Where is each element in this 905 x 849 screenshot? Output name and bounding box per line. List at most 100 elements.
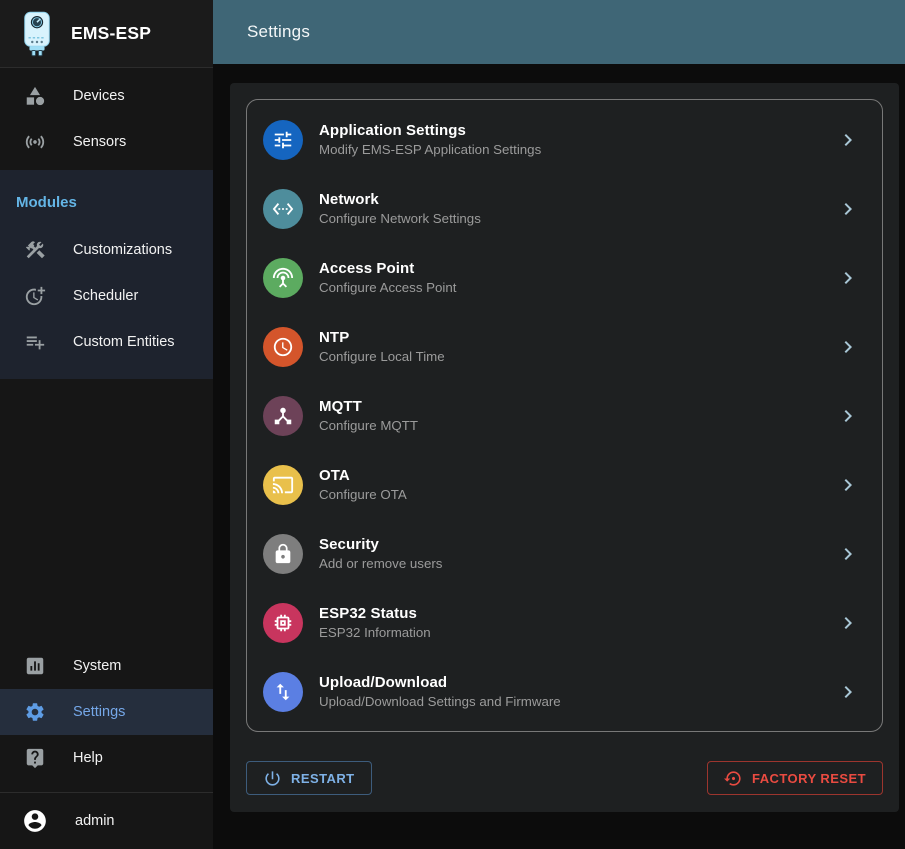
item-avatar [263,534,303,574]
item-avatar [263,327,303,367]
sidebar-item-customizations[interactable]: Customizations [0,227,213,273]
sidebar-nav-modules: Customizations Scheduler Custom Entities [0,227,213,365]
page-title: Settings [247,22,310,42]
item-text: ESP32 Status ESP32 Information [319,605,431,640]
chevron-right-icon [836,611,860,635]
analytics-icon [24,655,46,677]
cast-icon [272,474,294,496]
restart-label: RESTART [291,771,355,786]
settings-item-application-settings[interactable]: Application Settings Modify EMS-ESP Appl… [247,105,882,174]
account-circle-icon [22,808,48,834]
sidebar: EMS-ESP Devices Sensors Modules Customiz… [0,0,213,849]
restart-button[interactable]: RESTART [246,761,372,795]
sidebar-spacer [0,379,213,638]
sidebar-item-devices[interactable]: Devices [0,73,213,119]
sidebar-item-label: Customizations [73,242,172,258]
construction-icon [24,239,46,261]
item-avatar [263,603,303,643]
brand-title: EMS-ESP [71,23,151,44]
item-subtitle: Configure MQTT [319,418,418,433]
item-text: Application Settings Modify EMS-ESP Appl… [319,122,541,157]
gear-icon [24,701,46,723]
item-title: MQTT [319,398,418,415]
sidebar-item-label: Help [73,750,103,766]
item-avatar [263,396,303,436]
clock-icon [272,336,294,358]
item-title: ESP32 Status [319,605,431,622]
lock-icon [272,543,294,565]
chevron-right-icon [836,473,860,497]
settings-list: Application Settings Modify EMS-ESP Appl… [246,99,883,732]
chevron-right-icon [836,197,860,221]
settings-item-ota[interactable]: OTA Configure OTA [247,450,882,519]
factory-reset-label: FACTORY RESET [752,771,866,786]
sidebar-item-system[interactable]: System [0,643,213,689]
sidebar-item-label: Settings [73,704,125,720]
sidebar-item-help[interactable]: Help [0,735,213,781]
item-title: Security [319,536,442,553]
item-text: MQTT Configure MQTT [319,398,418,433]
item-title: NTP [319,329,445,346]
chevron-right-icon [836,404,860,428]
settings-item-ntp[interactable]: NTP Configure Local Time [247,312,882,381]
settings-item-esp32-status[interactable]: ESP32 Status ESP32 Information [247,588,882,657]
item-text: Access Point Configure Access Point [319,260,456,295]
modules-heading: Modules [0,170,213,227]
item-subtitle: Upload/Download Settings and Firmware [319,694,561,709]
main-area: Settings Application Settings Modify EMS… [213,0,905,849]
item-avatar [263,189,303,229]
playlist-add-icon [24,331,46,353]
item-text: Upload/Download Upload/Download Settings… [319,674,561,709]
boiler-logo-icon [20,11,54,57]
item-subtitle: Add or remove users [319,556,442,571]
item-title: Network [319,191,481,208]
item-subtitle: Configure Local Time [319,349,445,364]
settings-item-mqtt[interactable]: MQTT Configure MQTT [247,381,882,450]
sidebar-nav-secondary: System Settings Help [0,638,213,786]
category-icon [24,85,46,107]
item-subtitle: Configure Network Settings [319,211,481,226]
settings-panel: Application Settings Modify EMS-ESP Appl… [230,83,899,812]
item-subtitle: Configure Access Point [319,280,456,295]
content-area: Application Settings Modify EMS-ESP Appl… [213,64,905,849]
sidebar-header: EMS-ESP [0,0,213,68]
settings-item-upload-download[interactable]: Upload/Download Upload/Download Settings… [247,657,882,726]
item-text: Network Configure Network Settings [319,191,481,226]
import-export-icon [272,681,294,703]
item-title: Application Settings [319,122,541,139]
sidebar-item-scheduler[interactable]: Scheduler [0,273,213,319]
item-subtitle: ESP32 Information [319,625,431,640]
item-text: Security Add or remove users [319,536,442,571]
item-subtitle: Modify EMS-ESP Application Settings [319,142,541,157]
settings-item-security[interactable]: Security Add or remove users [247,519,882,588]
antenna-icon [272,267,294,289]
sidebar-nav-primary: Devices Sensors [0,68,213,170]
more-time-icon [24,285,46,307]
settings-item-access-point[interactable]: Access Point Configure Access Point [247,243,882,312]
chevron-right-icon [836,128,860,152]
settings-item-network[interactable]: Network Configure Network Settings [247,174,882,243]
item-avatar [263,120,303,160]
actions-row: RESTART FACTORY RESET [246,761,883,795]
power-icon [263,769,282,788]
settings-ethernet-icon [272,198,294,220]
item-text: OTA Configure OTA [319,467,407,502]
device-hub-icon [272,405,294,427]
modules-section: Modules Customizations Scheduler Custom … [0,170,213,379]
chevron-right-icon [836,542,860,566]
sidebar-item-label: Scheduler [73,288,138,304]
sensors-icon [24,131,46,153]
admin-label: admin [75,813,115,829]
sidebar-item-settings[interactable]: Settings [0,689,213,735]
factory-reset-button[interactable]: FACTORY RESET [707,761,883,795]
chevron-right-icon [836,266,860,290]
sidebar-item-admin[interactable]: admin [0,793,213,849]
item-title: Access Point [319,260,456,277]
sidebar-item-sensors[interactable]: Sensors [0,119,213,165]
sidebar-item-label: Devices [73,88,125,104]
sidebar-item-label: Sensors [73,134,126,150]
chevron-right-icon [836,680,860,704]
item-avatar [263,672,303,712]
item-avatar [263,465,303,505]
sidebar-item-custom-entities[interactable]: Custom Entities [0,319,213,365]
